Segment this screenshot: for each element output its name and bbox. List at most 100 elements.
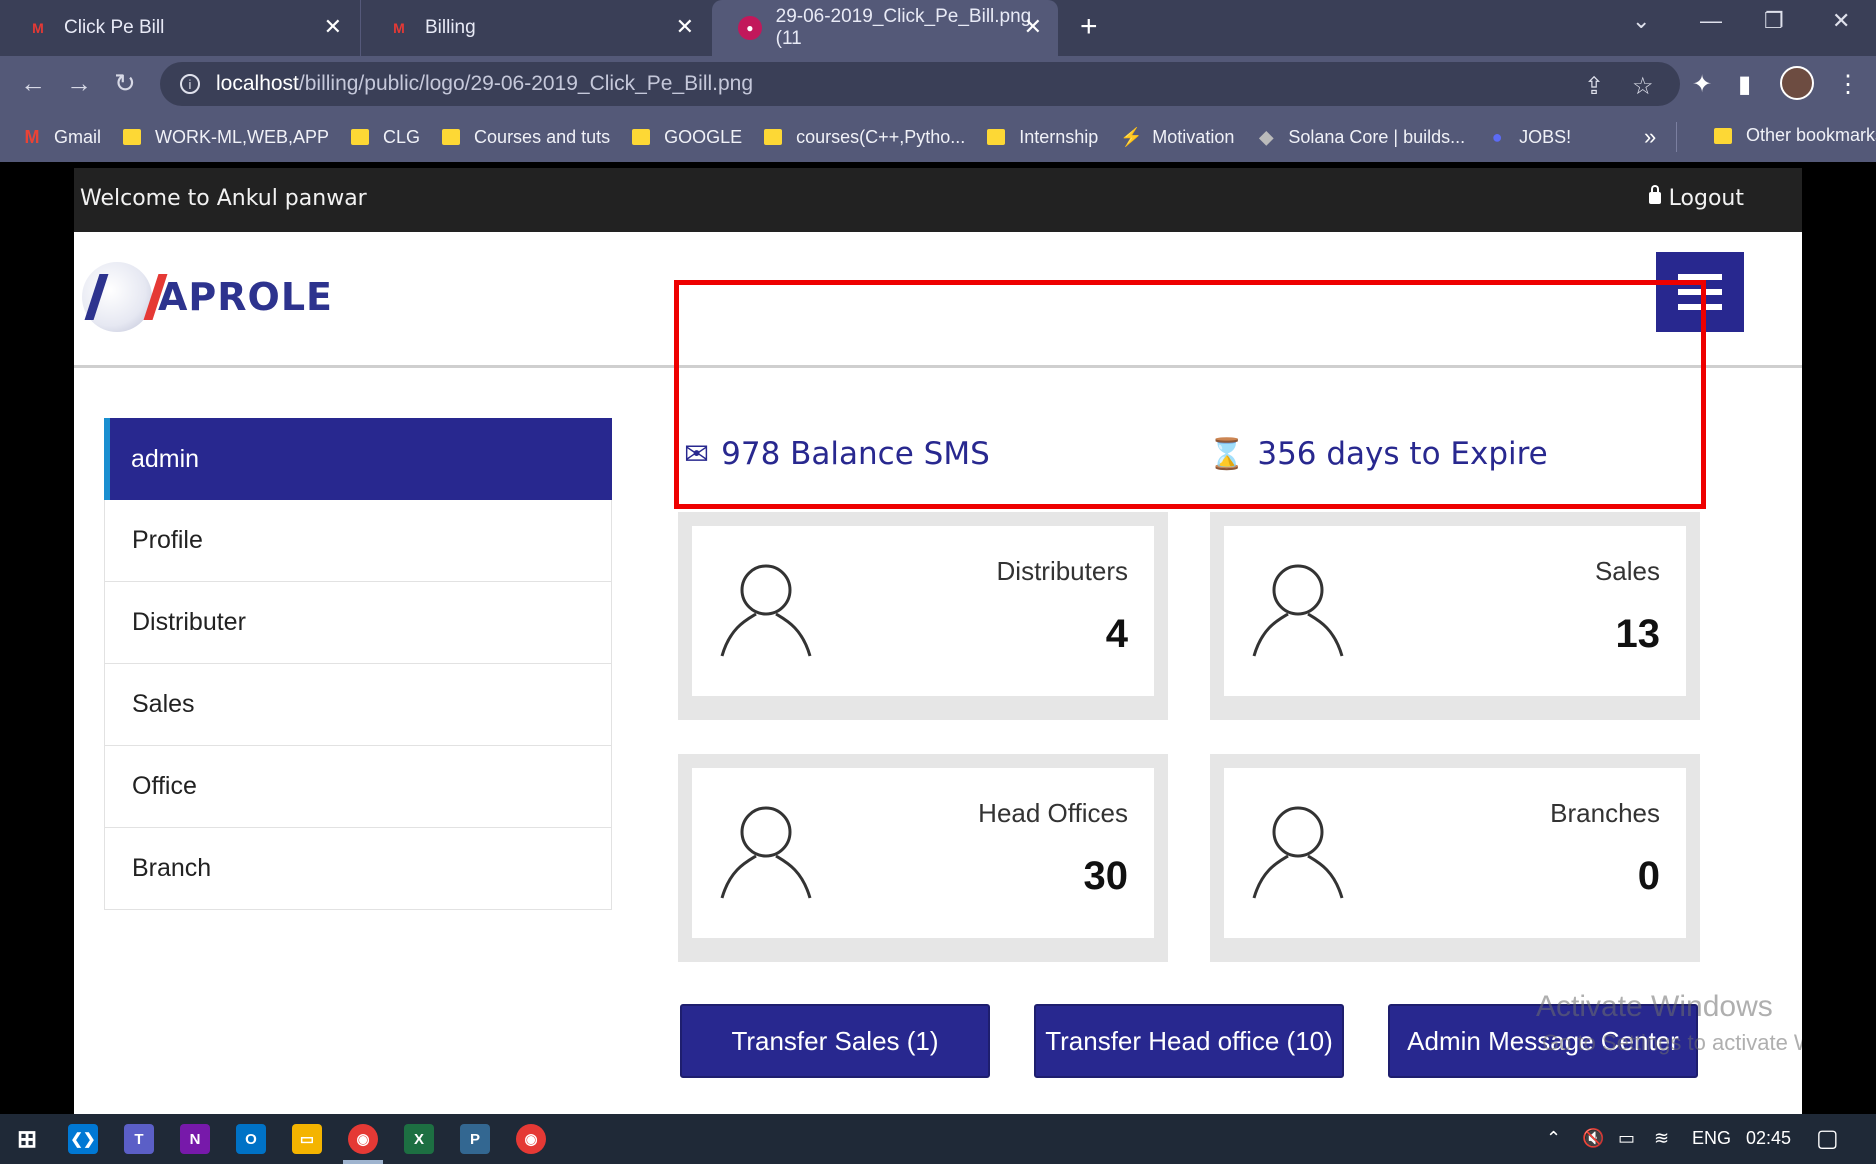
more-menu-icon[interactable]: ⋮ — [1836, 70, 1860, 99]
bookmark-folder[interactable]: courses(C++,Pytho... — [764, 127, 965, 148]
teams-icon[interactable]: T — [124, 1124, 154, 1154]
stat-card-head-offices[interactable]: Head Offices 30 — [678, 754, 1168, 962]
logo-wordmark: APROLE — [158, 275, 333, 319]
vscode-icon[interactable]: ❮❯ — [68, 1124, 98, 1154]
bookmark-folder[interactable]: WORK-ML,WEB,APP — [123, 127, 329, 148]
sidebar-item-profile[interactable]: Profile — [104, 500, 612, 582]
close-window-button[interactable]: ✕ — [1832, 8, 1850, 34]
tab-title: 29-06-2019_Click_Pe_Bill.png (11 — [775, 6, 1032, 49]
side-panel-icon[interactable]: ▮ — [1738, 70, 1751, 99]
tab-title: Click Pe Bill — [64, 17, 165, 38]
bookmark-folder[interactable]: CLG — [351, 127, 420, 148]
outlook-icon[interactable]: O — [236, 1124, 266, 1154]
chrome-icon[interactable]: ◉ — [348, 1124, 378, 1154]
clock[interactable]: 02:45 — [1746, 1128, 1791, 1149]
sidebar-item-office[interactable]: Office — [104, 746, 612, 828]
forward-button[interactable]: → — [66, 68, 92, 99]
url-path: /billing/public/logo/29-06-2019_Click_Pe… — [298, 72, 754, 95]
gmail-icon: M — [24, 126, 40, 147]
address-input[interactable]: i localhost/billing/public/logo/29-06-20… — [160, 62, 1680, 106]
highlight-annotation-box — [674, 280, 1706, 509]
activation-watermark: Activate Windows — [1536, 990, 1773, 1023]
volume-icon[interactable]: 🔇 — [1582, 1128, 1604, 1149]
stat-card-sales[interactable]: Sales 13 — [1210, 512, 1700, 720]
excel-icon[interactable]: X — [404, 1124, 434, 1154]
star-icon[interactable]: ☆ — [1632, 72, 1654, 101]
stat-card-branches[interactable]: Branches 0 — [1210, 754, 1700, 962]
globe-logo-icon — [82, 262, 152, 332]
sidebar-item-distributer[interactable]: Distributer — [104, 582, 612, 664]
onenote-icon[interactable]: N — [180, 1124, 210, 1154]
card-count: 4 — [1105, 612, 1128, 656]
bookmarks-overflow-button[interactable]: » — [1644, 124, 1656, 150]
new-tab-button[interactable]: + — [1080, 10, 1098, 44]
windows-taskbar: ⊞ ❮❯ T N O ▭ ◉ X P ◉ ⌃ 🔇 ▭ ≋ ENG 02:45 ▢ — [0, 1114, 1876, 1164]
bookmark-jobs[interactable]: ● JOBS! — [1487, 127, 1571, 148]
brand-logo-icon: M — [32, 20, 44, 36]
address-toolbar: ← → ↻ i localhost/billing/public/logo/29… — [0, 56, 1876, 112]
lock-icon — [1648, 185, 1661, 204]
bookmark-label: Motivation — [1152, 126, 1235, 147]
notification-icon[interactable]: ▢ — [1816, 1124, 1839, 1153]
folder-icon — [1714, 127, 1732, 144]
site-info-icon[interactable]: i — [180, 74, 200, 94]
folder-icon — [351, 129, 370, 145]
reload-button[interactable]: ↻ — [114, 68, 136, 99]
bookmark-motivation[interactable]: ⚡ Motivation — [1120, 127, 1234, 148]
folder-icon — [632, 129, 651, 145]
app-page: Welcome to Ankul panwar Logout APROLE ad… — [74, 168, 1802, 1114]
bookmark-label: WORK-ML,WEB,APP — [155, 126, 330, 147]
transfer-sales-button[interactable]: Transfer Sales (1) — [680, 1004, 990, 1078]
postgres-icon[interactable]: P — [460, 1124, 490, 1154]
page-viewport: Welcome to Ankul panwar Logout APROLE ad… — [0, 162, 1876, 1114]
jobs-icon: ● — [1491, 126, 1503, 147]
bookmark-gmail[interactable]: M Gmail — [22, 126, 102, 148]
close-icon[interactable]: ✕ — [1024, 14, 1042, 40]
windows-start-icon[interactable]: ⊞ — [12, 1124, 42, 1154]
bookmark-folder[interactable]: Internship — [987, 127, 1098, 148]
url-host: localhost — [216, 72, 299, 95]
close-icon[interactable]: ✕ — [676, 14, 694, 40]
bookmark-folder[interactable]: Courses and tuts — [442, 127, 610, 148]
solana-icon: ◆ — [1259, 126, 1274, 147]
transfer-head-office-button[interactable]: Transfer Head office (10) — [1034, 1004, 1344, 1078]
bookmark-solana[interactable]: ◆ Solana Core | builds... — [1256, 127, 1465, 148]
tab-image-active[interactable]: ● 29-06-2019_Click_Pe_Bill.png (11 ✕ — [712, 0, 1058, 56]
avatar[interactable] — [1780, 66, 1814, 100]
bookmark-folder[interactable]: GOOGLE — [632, 127, 742, 148]
close-icon[interactable]: ✕ — [324, 14, 342, 40]
tab-search-icon[interactable]: ⌄ — [1632, 8, 1650, 34]
logout-link[interactable]: Logout — [1648, 185, 1744, 211]
card-count: 30 — [1083, 854, 1129, 898]
card-label: Head Offices — [978, 798, 1128, 828]
active-app-indicator — [343, 1160, 383, 1164]
extensions-icon[interactable]: ✦ — [1692, 70, 1712, 99]
logout-label: Logout — [1668, 186, 1744, 211]
share-icon[interactable]: ⇪ — [1584, 72, 1604, 101]
tab-click-pe-bill[interactable]: M Click Pe Bill ✕ — [0, 0, 358, 56]
restore-button[interactable]: ❐ — [1764, 8, 1784, 34]
sidebar-item-admin[interactable]: admin — [104, 418, 612, 500]
welcome-text: Welcome to Ankul panwar — [80, 186, 367, 211]
wifi-icon[interactable]: ≋ — [1654, 1128, 1669, 1149]
brand-logo[interactable]: APROLE — [82, 262, 333, 332]
stat-card-distributers[interactable]: Distributers 4 — [678, 512, 1168, 720]
chrome-icon[interactable]: ◉ — [516, 1124, 546, 1154]
sidebar-item-branch[interactable]: Branch — [104, 828, 612, 910]
tab-billing[interactable]: M Billing ✕ — [360, 0, 710, 56]
bookmark-label: CLG — [383, 126, 421, 147]
user-icon — [720, 806, 812, 899]
bookmark-label: JOBS! — [1519, 126, 1572, 147]
file-explorer-icon[interactable]: ▭ — [292, 1124, 322, 1154]
battery-icon[interactable]: ▭ — [1618, 1128, 1635, 1149]
user-icon — [1252, 806, 1344, 899]
language-indicator[interactable]: ENG — [1692, 1128, 1731, 1149]
back-button[interactable]: ← — [20, 68, 46, 99]
tray-expand-icon[interactable]: ⌃ — [1546, 1128, 1561, 1149]
bookmark-other[interactable]: Other bookmarks — [1714, 125, 1876, 146]
sidebar: admin Profile Distributer Sales Office B… — [104, 418, 612, 910]
minimize-button[interactable]: — — [1700, 8, 1722, 34]
bookmark-label: Internship — [1019, 126, 1099, 147]
folder-icon — [987, 129, 1006, 145]
sidebar-item-sales[interactable]: Sales — [104, 664, 612, 746]
